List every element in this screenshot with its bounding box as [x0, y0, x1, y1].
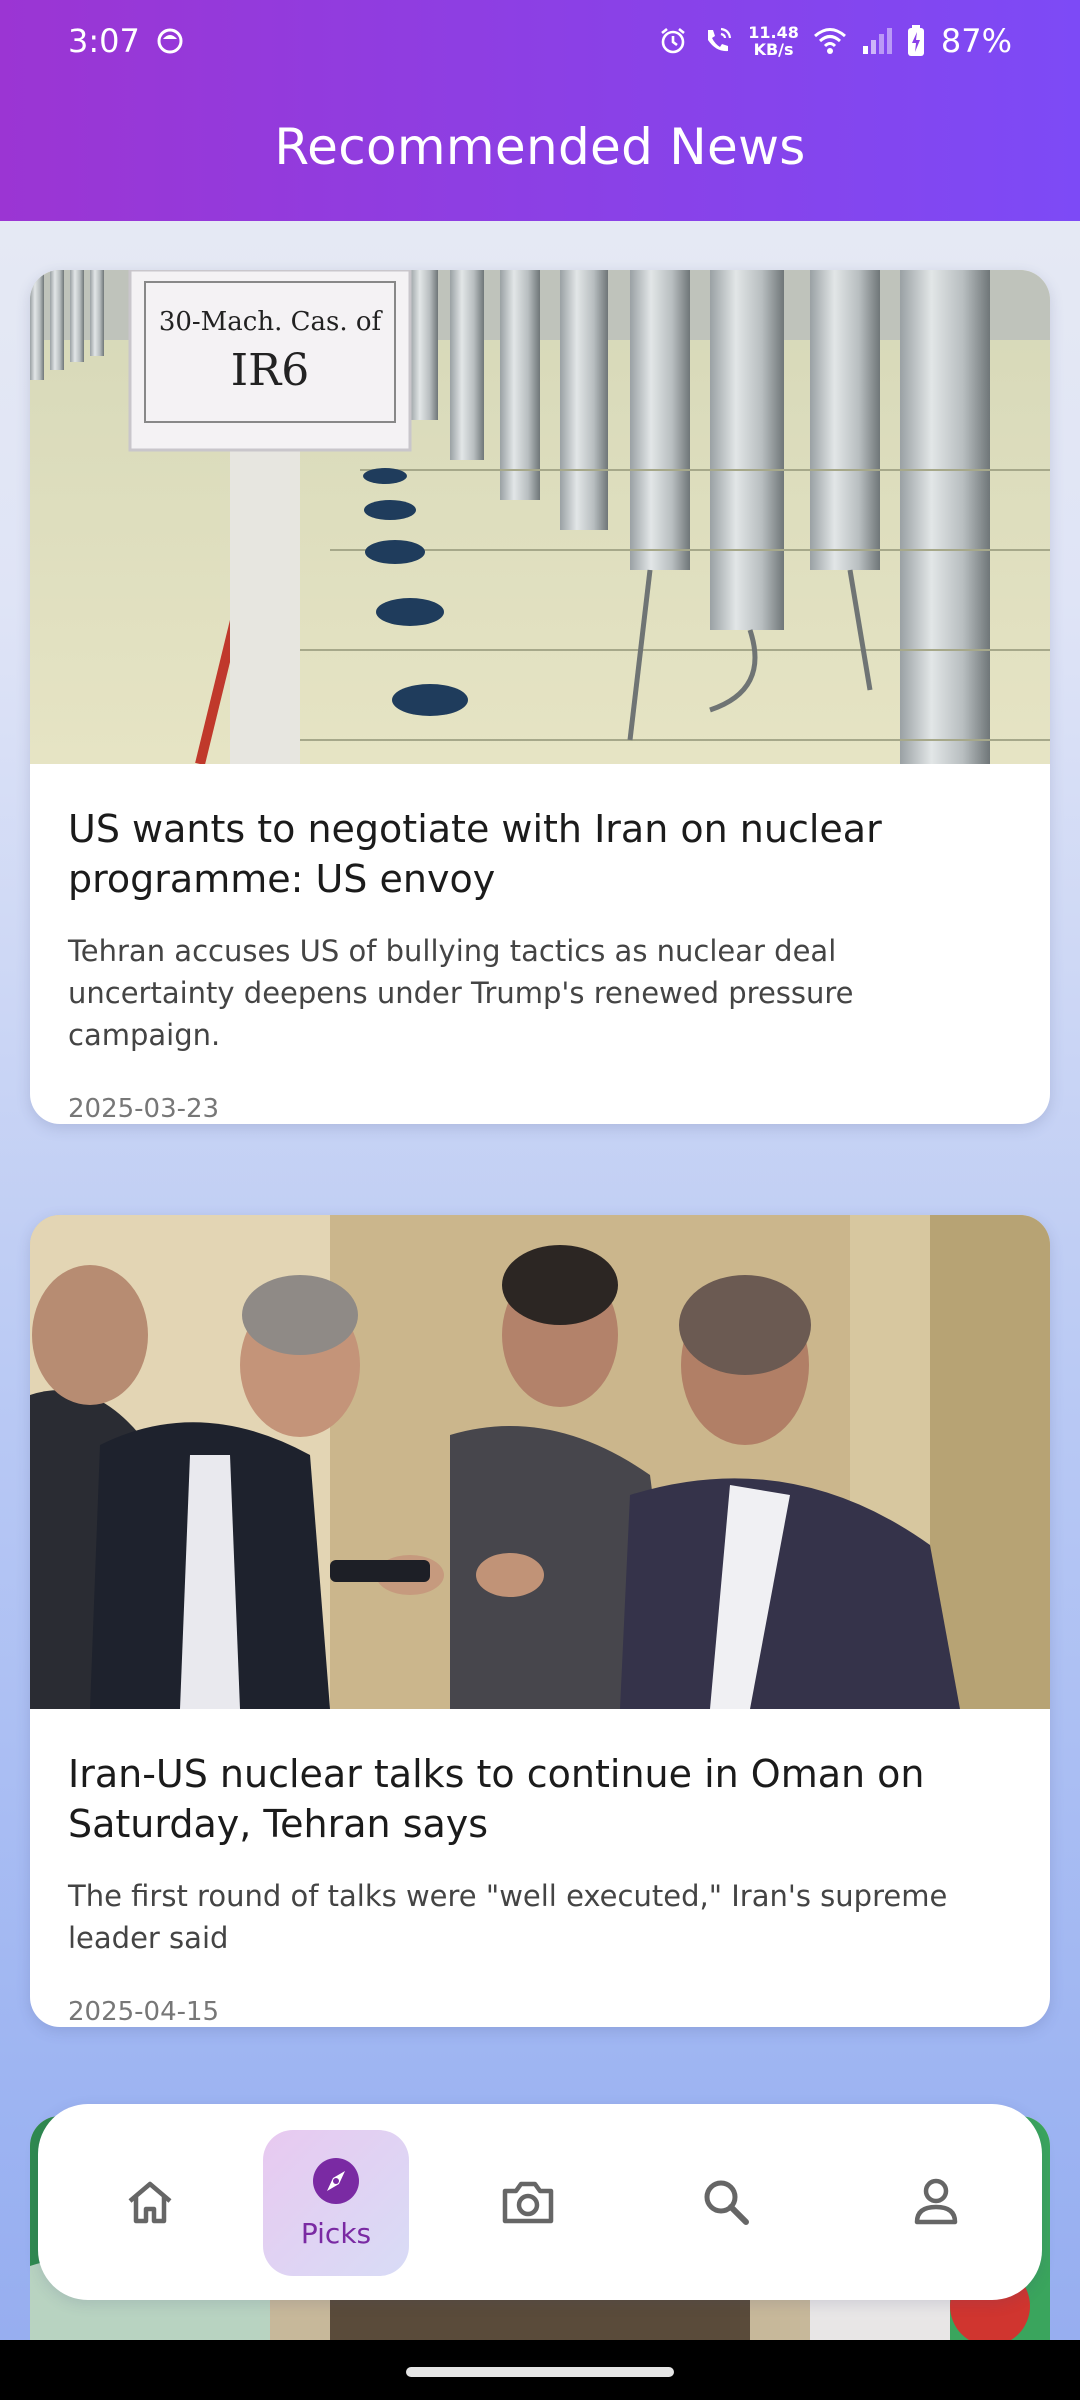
news-card-image	[30, 1215, 1050, 1709]
centrifuge-photo: 30-Mach. Cas. of IR6	[30, 270, 1050, 764]
status-time: 3:07	[68, 22, 140, 60]
nav-picks-label: Picks	[300, 2216, 372, 2250]
page-title: Recommended News	[274, 118, 806, 176]
compass-icon	[313, 2157, 359, 2204]
battery-percentage: 87%	[940, 22, 1012, 60]
news-card-body: US wants to negotiate with Iran on nucle…	[30, 764, 1050, 1124]
news-card-image: 30-Mach. Cas. of IR6	[30, 270, 1050, 764]
network-speed-unit: KB/s	[753, 40, 794, 59]
news-date: 2025-04-15	[68, 1997, 220, 2027]
nav-search-button[interactable]	[666, 2104, 786, 2300]
sign-line1: 30-Mach. Cas. of	[159, 307, 384, 337]
search-icon	[704, 2180, 749, 2225]
notification-app-icon	[157, 28, 183, 54]
nav-home-button[interactable]	[90, 2104, 210, 2300]
officials-photo	[30, 1215, 1050, 1709]
profile-icon	[914, 2178, 958, 2225]
news-summary: The first round of talks were "well exec…	[68, 1879, 948, 1955]
home-gesture-handle[interactable]	[406, 2367, 674, 2377]
status-icons: 11.48 KB/s 87%	[658, 18, 1012, 64]
home-icon	[128, 2181, 172, 2224]
system-gesture-bar	[0, 2340, 1080, 2400]
status-bar: 3:07 11.48 KB/s 87%	[0, 0, 1080, 84]
news-title[interactable]: US wants to negotiate with Iran on nucle…	[68, 804, 1012, 904]
nav-profile-button[interactable]	[876, 2104, 996, 2300]
news-summary: Tehran accuses US of bullying tactics as…	[68, 934, 854, 1052]
sign-line2: IR6	[231, 345, 310, 396]
news-card-body: Iran-US nuclear talks to continue in Oma…	[30, 1709, 1050, 2027]
news-title[interactable]: Iran-US nuclear talks to continue in Oma…	[68, 1749, 1012, 1849]
nav-camera-button[interactable]	[468, 2104, 588, 2300]
network-speed: 11.48 KB/s	[748, 24, 799, 58]
bottom-navigation: Picks	[38, 2104, 1042, 2300]
wifi-icon	[813, 28, 846, 54]
app-header: 3:07 11.48 KB/s 87% Recommended News	[0, 0, 1080, 221]
signal-icon	[862, 28, 892, 54]
nav-picks-button[interactable]: Picks	[263, 2130, 409, 2276]
news-date: 2025-03-23	[68, 1094, 220, 1124]
network-speed-value: 11.48	[748, 23, 799, 42]
wifi-calling-icon	[708, 27, 732, 52]
battery-charging-icon	[907, 25, 924, 56]
alarm-icon	[661, 27, 686, 54]
news-card[interactable]: Iran-US nuclear talks to continue in Oma…	[30, 1215, 1050, 2027]
news-card[interactable]: 30-Mach. Cas. of IR6 US wants to negotia…	[30, 270, 1050, 1124]
camera-icon	[502, 2181, 554, 2224]
